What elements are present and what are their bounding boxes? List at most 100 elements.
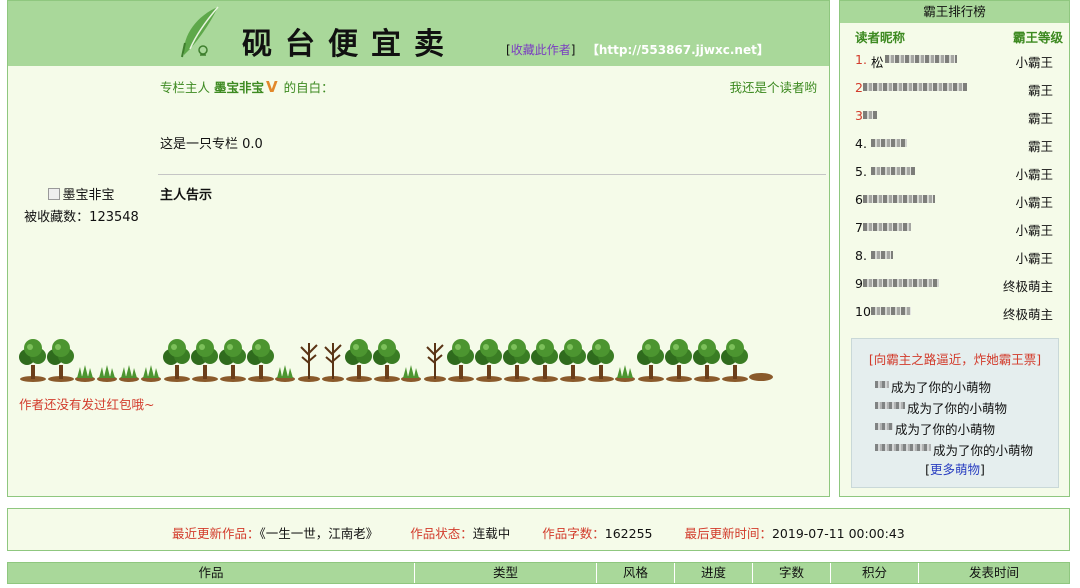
- column-header-word-count: 字数: [753, 563, 831, 583]
- grass-icon: [401, 365, 421, 382]
- vip-v-icon: V: [266, 78, 278, 96]
- blurred-reader-name: [871, 139, 907, 147]
- rank-number: 7: [855, 220, 863, 235]
- blurred-voter-name: [875, 444, 931, 451]
- bare-tree-icon: [322, 343, 344, 382]
- rank-number: 1.: [855, 52, 867, 67]
- tree-icon: [475, 339, 502, 382]
- status-value: 连载中: [472, 526, 511, 541]
- update-info: 最近更新作品：《一生一世，江南老》 作品状态：连载中 作品字数：162255 最…: [172, 523, 905, 542]
- author-column-panel: 砚台便宜卖 [收藏此作者] 【http://553867.jjwxc.net】 …: [7, 0, 830, 497]
- update-time-label: 最后更新时间：: [684, 526, 772, 541]
- blurred-reader-name: [863, 279, 939, 287]
- works-table-header: 作品 类型 风格 进度 字数 积分 发表时间: [7, 562, 1070, 584]
- tree-icon: [559, 339, 586, 382]
- ranking-row[interactable]: 6 小霸王: [840, 183, 1069, 211]
- ranking-row[interactable]: 10 终极萌主: [840, 295, 1069, 323]
- tree-icon: [219, 339, 246, 382]
- ranking-row[interactable]: 2 霸王: [840, 71, 1069, 99]
- soil-icon: [749, 373, 773, 381]
- voter-text: 成为了你的小萌物: [907, 401, 1008, 416]
- rank-number: 8.: [855, 248, 867, 263]
- column-header-work: 作品: [8, 563, 415, 583]
- leaf-logo-icon: [181, 6, 219, 58]
- owner-intro-heading: 专栏主人 墨宝非宝 V 的自白：: [160, 77, 334, 96]
- reader-note-link[interactable]: 我还是个读者哟: [729, 77, 817, 96]
- blurred-reader-name: [871, 167, 915, 175]
- rank-number: 10: [855, 304, 871, 319]
- red-packet-note: 作者还没有发过红包哦~: [19, 397, 155, 412]
- ranking-row[interactable]: 4. 霸王: [840, 127, 1069, 155]
- latest-work-link[interactable]: 《一生一世，江南老》: [260, 526, 379, 541]
- bracket: ]: [980, 462, 985, 477]
- rank-level: 霸王: [1027, 83, 1053, 98]
- bare-tree-icon: [424, 343, 446, 382]
- tree-icon: [191, 339, 218, 382]
- ranking-row[interactable]: 7 小霸王: [840, 211, 1069, 239]
- rank-number: 2: [855, 80, 863, 95]
- grass-icon: [615, 365, 635, 382]
- voter-text: 成为了你的小萌物: [891, 380, 992, 395]
- tree-icon: [345, 339, 372, 382]
- more-voters: [更多萌物]: [852, 459, 1058, 478]
- tree-icon: [531, 339, 558, 382]
- more-voters-link[interactable]: 更多萌物: [930, 462, 980, 477]
- word-count-label: 作品字数：: [542, 526, 605, 541]
- ranking-list: 1. 松小霸王 2 霸王 3 霸王 4. 霸王 5. 小霸王 6 小霸王 7 小霸王 8. 小霸王 9 终极萌主 1…: [840, 43, 1069, 323]
- rank-level: 霸王: [1027, 111, 1053, 126]
- tree-icon: [721, 339, 748, 382]
- tree-icon: [163, 339, 190, 382]
- rank-level: 霸王: [1027, 139, 1053, 154]
- voter-row: 成为了你的小萌物: [852, 395, 1058, 416]
- blurred-voter-name: [875, 381, 889, 388]
- ranking-header-row: 读者昵称 霸王等级: [840, 23, 1069, 45]
- tree-icon: [693, 339, 720, 382]
- rank-number: 9: [855, 276, 863, 291]
- blurred-reader-name: [863, 195, 935, 203]
- bookmark-author-link[interactable]: 收藏此作者: [511, 43, 571, 57]
- column-header-style: 风格: [597, 563, 675, 583]
- vote-call-to-action-link[interactable]: [向霸主之路逼近，炸她霸王票]: [852, 349, 1058, 368]
- word-count-value: 162255: [604, 526, 653, 541]
- bracket: ]: [570, 43, 576, 57]
- grass-icon: [275, 365, 295, 382]
- blurred-reader-name: [863, 111, 877, 119]
- bare-tree-icon: [298, 343, 320, 382]
- ranking-row[interactable]: 8. 小霸王: [840, 239, 1069, 267]
- grass-icon: [141, 365, 161, 382]
- column-header-type: 类型: [415, 563, 597, 583]
- column-header-progress: 进度: [675, 563, 753, 583]
- owner-name-link[interactable]: 墨宝非宝: [214, 80, 264, 95]
- header-links: [收藏此作者] 【http://553867.jjwxc.net】: [506, 41, 769, 58]
- column-header-score: 积分: [831, 563, 919, 583]
- avatar: 墨宝非宝: [48, 184, 115, 203]
- avatar-alt-text: 墨宝非宝: [62, 188, 115, 203]
- tree-icon: [19, 339, 46, 382]
- tree-icon: [503, 339, 530, 382]
- grass-icon: [119, 365, 139, 382]
- column-header: 砚台便宜卖 [收藏此作者] 【http://553867.jjwxc.net】: [8, 1, 829, 66]
- blurred-reader-name: [871, 307, 911, 315]
- rank-number: 4.: [855, 136, 867, 151]
- blurred-reader-name: [871, 251, 893, 259]
- column-header-publish-time: 发表时间: [968, 565, 1019, 580]
- blurred-voter-name: [875, 402, 905, 409]
- grass-icon: [75, 365, 95, 382]
- author-url-link[interactable]: 【http://553867.jjwxc.net】: [587, 43, 769, 57]
- blurred-voter-name: [875, 423, 893, 430]
- voter-row: 成为了你的小萌物: [852, 416, 1058, 437]
- tree-icon: [373, 339, 400, 382]
- rank-number: 3: [855, 108, 863, 123]
- grass-icon: [97, 365, 117, 382]
- voter-text: 成为了你的小萌物: [895, 422, 996, 437]
- ranking-row[interactable]: 1. 松 小霸王: [840, 43, 1069, 71]
- page-title: 砚台便宜卖: [242, 27, 457, 62]
- ranking-row[interactable]: 3 霸王: [840, 99, 1069, 127]
- divider: [158, 174, 826, 175]
- rank-number: 6: [855, 192, 863, 207]
- ranking-row[interactable]: 5. 小霸王: [840, 155, 1069, 183]
- broken-image-icon: [48, 187, 61, 200]
- voter-text: 成为了你的小萌物: [933, 443, 1034, 458]
- ranking-row[interactable]: 9 终极萌主: [840, 267, 1069, 295]
- rank-level: 终极萌主: [1002, 279, 1053, 294]
